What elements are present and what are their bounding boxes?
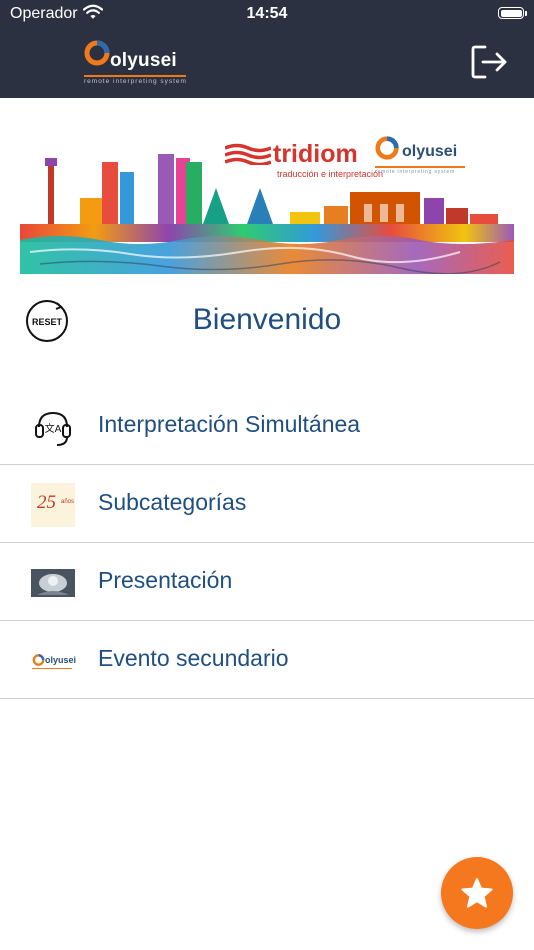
top-bar: Operador 14:54 olyusei remote interpreti… <box>0 0 534 98</box>
menu-item-subcategories[interactable]: 25 años Subcategorías <box>0 465 534 543</box>
menu-item-simultaneous-interpretation[interactable]: 文A Interpretación Simultánea <box>0 387 534 465</box>
tridiom-logo-mark <box>225 143 271 165</box>
menu-list: 文A Interpretación Simultánea 25 años Sub… <box>0 387 534 699</box>
thumbnail-caption: años <box>61 499 75 505</box>
banner-brand-underline <box>375 166 465 168</box>
menu-item-label: Evento secundario <box>98 645 289 671</box>
menu-item-label: Subcategorías <box>98 489 247 515</box>
battery-tip <box>525 11 527 16</box>
partner-name: tridiom <box>273 140 358 168</box>
olyusei-logo-mark <box>84 40 110 66</box>
star-icon <box>461 878 493 908</box>
olyusei-logo-mark <box>375 136 399 160</box>
partner-tagline: traducción e interpretación <box>277 169 384 179</box>
banner-olyusei-logo: olyusei remote interpreting system <box>375 132 475 176</box>
clock: 14:54 <box>246 5 288 22</box>
olyusei-logo-thumbnail: olyusei <box>31 639 77 683</box>
logout-icon[interactable] <box>470 44 508 80</box>
brand-name: olyusei <box>110 50 177 71</box>
thumbnail-underline <box>32 668 72 669</box>
thumbnail-number: 25 <box>37 492 56 513</box>
menu-item-secondary-event[interactable]: olyusei Evento secundario <box>0 621 534 699</box>
olyusei-logo-mark <box>32 654 45 666</box>
banner-brand-tagline: remote interpreting system <box>375 169 455 175</box>
anniversary-25-thumbnail: 25 años <box>31 483 75 527</box>
app-logo: olyusei remote interpreting system <box>84 38 194 88</box>
battery-icon <box>498 7 524 19</box>
welcome-title: Bienvenido <box>192 303 342 336</box>
brand-underline <box>84 75 186 77</box>
banner-brand-name: olyusei <box>402 143 458 160</box>
favorites-fab[interactable] <box>441 857 513 929</box>
headset-translate-icon: 文A <box>35 411 71 446</box>
thumbnail-brand-text: olyusei <box>45 655 77 665</box>
presentation-thumbnail <box>31 569 75 597</box>
svg-text:文A: 文A <box>45 422 62 435</box>
menu-item-presentation[interactable]: Presentación <box>0 543 534 621</box>
status-bar: Operador 14:54 <box>0 0 534 28</box>
brand-tagline: remote interpreting system <box>84 78 187 85</box>
menu-item-label: Interpretación Simultánea <box>98 411 361 437</box>
menu-item-label: Presentación <box>98 567 233 593</box>
event-banner: tridiom traducción e interpretación olyu… <box>20 128 514 274</box>
